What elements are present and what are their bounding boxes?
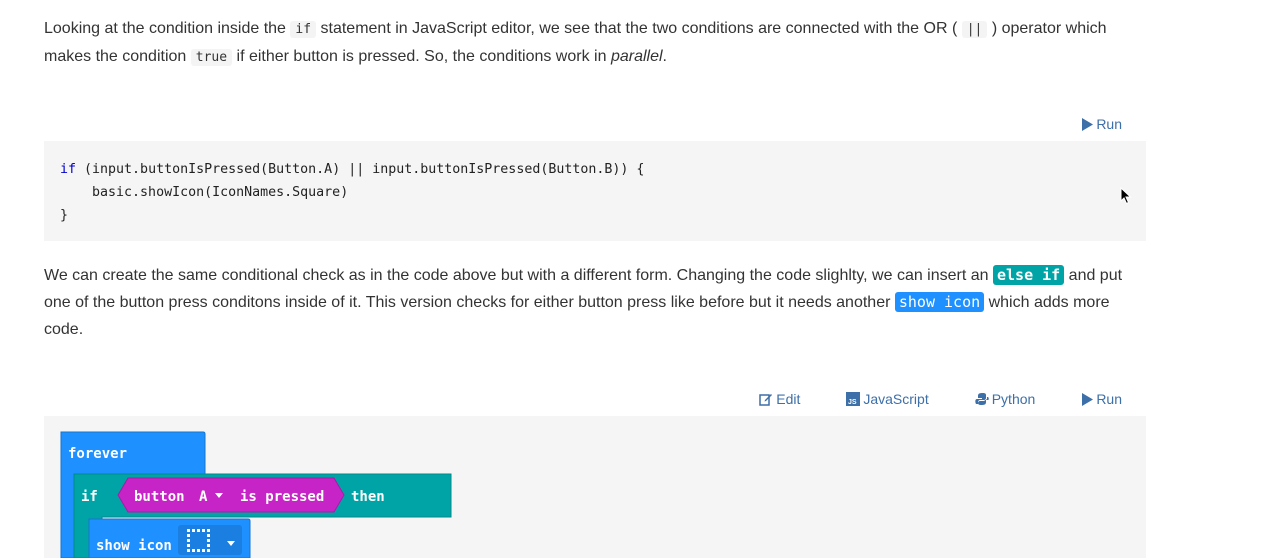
javascript-icon: JS (846, 392, 861, 406)
code-line: } (60, 208, 69, 223)
blocks-canvas: forever if then button A is pressed show… (60, 431, 452, 558)
inline-code-true: true (190, 49, 233, 66)
else-if-tag: else if (993, 265, 1065, 285)
javascript-button[interactable]: JS JavaScript (846, 391, 929, 407)
play-icon (1082, 392, 1094, 406)
show-icon-block[interactable]: show icon (88, 518, 251, 558)
python-icon (975, 393, 989, 405)
run-button[interactable]: Run (1081, 116, 1122, 132)
button-value[interactable]: A (199, 489, 208, 505)
inline-code-or: || (961, 21, 988, 38)
svg-text:JS: JS (848, 399, 857, 406)
show-icon-tag: show icon (894, 292, 985, 312)
paragraph-else-if-explanation: We can create the same conditional check… (44, 265, 1123, 338)
javascript-code-block: if (input.buttonIsPressed(Button.A) || i… (44, 141, 1146, 241)
python-button[interactable]: Python (975, 391, 1035, 407)
run-button-blocks[interactable]: Run (1081, 391, 1122, 407)
show-icon-label: show icon (96, 538, 172, 554)
paragraph-or-explanation: Looking at the condition inside the if s… (44, 20, 1107, 66)
blocks-editor-preview: forever if then button A is pressed show… (44, 416, 1146, 558)
inline-code-if: if (290, 21, 317, 38)
edit-button[interactable]: Edit (759, 391, 800, 407)
then-label: then (351, 489, 385, 505)
edit-icon (759, 394, 773, 406)
code-line: if (input.buttonIsPressed(Button.A) || i… (60, 162, 645, 177)
play-icon (1082, 117, 1094, 131)
mouse-cursor-icon (1120, 187, 1132, 205)
forever-label: forever (68, 446, 127, 462)
code-toolbar: Run (1035, 116, 1122, 132)
blocks-toolbar: Edit JS JavaScript Python Run (713, 391, 1122, 407)
if-label: if (81, 489, 98, 505)
code-line: basic.showIcon(IconNames.Square) (60, 185, 349, 200)
is-pressed-label: is pressed (240, 489, 324, 505)
button-label: button (134, 489, 185, 505)
button-is-pressed-block[interactable]: button A is pressed (117, 477, 345, 513)
